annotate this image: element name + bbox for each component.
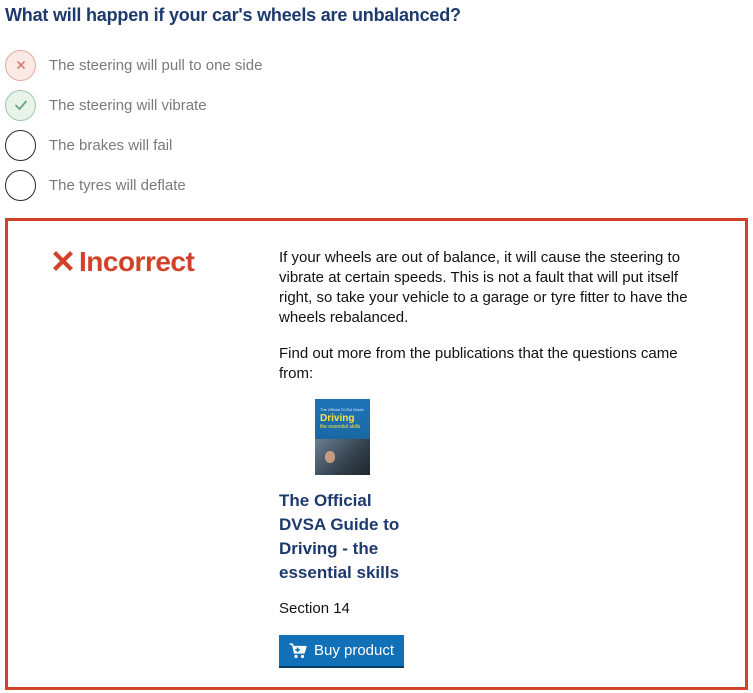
publication-title-link[interactable]: The Official DVSA Guide to Driving - the…	[279, 489, 414, 585]
buy-product-label: Buy product	[313, 642, 395, 659]
buy-product-button[interactable]: Buy product	[279, 635, 404, 668]
option-brakes-fail[interactable]: The brakes will fail	[5, 128, 405, 162]
publication-section: Section 14	[279, 600, 350, 617]
radio-circle	[5, 169, 36, 201]
book-cover-image[interactable]: The Official DVSA Guide Driving the esse…	[315, 399, 370, 475]
option-label: The steering will vibrate	[49, 96, 207, 114]
radio-circle	[5, 129, 36, 161]
cross-icon	[53, 246, 73, 278]
cross-icon	[5, 49, 36, 81]
option-label: The steering will pull to one side	[49, 56, 263, 74]
verdict: Incorrect	[53, 246, 195, 278]
more-info-text: Find out more from the publications that…	[279, 345, 678, 382]
option-label: The brakes will fail	[49, 136, 173, 154]
option-pull-to-side[interactable]: The steering will pull to one side	[5, 48, 405, 82]
option-label: The tyres will deflate	[49, 176, 186, 194]
option-tyres-deflate[interactable]: The tyres will deflate	[5, 168, 405, 202]
cart-icon	[289, 642, 307, 658]
cover-driver-photo	[325, 451, 335, 463]
feedback-panel: Incorrect If your wheels are out of bala…	[5, 218, 748, 690]
check-icon	[5, 89, 36, 121]
question-text: What will happen if your car's wheels ar…	[5, 5, 461, 25]
cover-car-photo	[315, 439, 370, 475]
verdict-label: Incorrect	[79, 246, 195, 277]
option-steering-vibrate[interactable]: The steering will vibrate	[5, 88, 405, 122]
explanation-text: If your wheels are out of balance, it wi…	[279, 249, 688, 326]
